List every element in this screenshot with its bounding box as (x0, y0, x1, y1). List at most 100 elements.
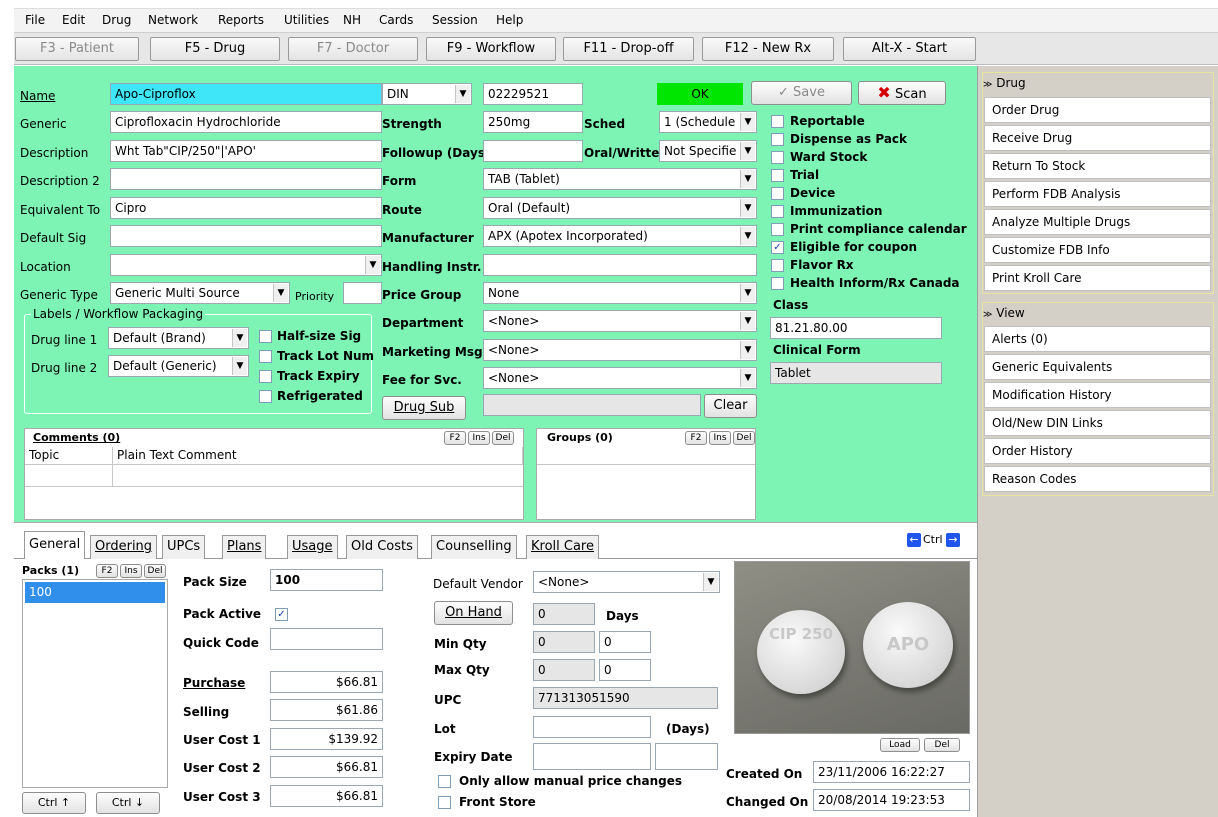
tab-ordering[interactable]: Ordering (90, 535, 158, 559)
drug-sub-button[interactable]: Drug Sub (382, 396, 466, 420)
sidebar-item-print-kroll-care[interactable]: Print Kroll Care (984, 265, 1211, 291)
sidebar-item-reason-codes[interactable]: Reason Codes (984, 466, 1211, 492)
pack-size-input[interactable]: 100 (270, 569, 383, 591)
quick-code-input[interactable] (270, 628, 383, 650)
sidebar-item-din-links[interactable]: Old/New DIN Links (984, 410, 1211, 436)
image-load-button[interactable]: Load (880, 738, 920, 752)
ctrl-up-button[interactable]: Ctrl ↑ (22, 792, 86, 814)
f12-new-rx-button[interactable]: F12 - New Rx (702, 37, 834, 61)
tab-usage[interactable]: Usage (287, 535, 338, 559)
immunization-checkbox[interactable] (771, 205, 784, 218)
tab-old-costs[interactable]: Old Costs (346, 535, 418, 559)
track-lot-checkbox[interactable] (259, 350, 272, 363)
expiry-input[interactable] (533, 743, 651, 770)
tab-kroll-care[interactable]: Kroll Care (526, 535, 599, 559)
user-cost2-input[interactable]: $66.81 (270, 756, 383, 778)
comments-del-button[interactable]: Del (492, 431, 514, 445)
max-qty-days-input[interactable]: 0 (599, 659, 651, 681)
groups-f2-button[interactable]: F2 (685, 431, 707, 445)
menu-drug[interactable]: Drug (102, 13, 131, 27)
purchase-input[interactable]: $66.81 (270, 671, 383, 693)
sidebar-item-order-history[interactable]: Order History (984, 438, 1211, 464)
manufacturer-select[interactable]: APX (Apotex Incorporated) ▼ (483, 225, 757, 247)
topic-column-header[interactable]: Topic (25, 447, 113, 465)
min-qty-days-input[interactable]: 0 (599, 631, 651, 653)
description-input[interactable]: Wht Tab"CIP/250"|'APO' (110, 140, 382, 162)
marketing-select[interactable]: <None> ▼ (483, 339, 757, 361)
tab-general[interactable]: General (24, 531, 86, 559)
ctrl-down-button[interactable]: Ctrl ↓ (96, 792, 160, 814)
din-input[interactable]: 02229521 (483, 83, 583, 105)
default-vendor-select[interactable]: <None> ▼ (533, 571, 720, 593)
generic-type-select[interactable]: Generic Multi Source ▼ (110, 282, 290, 304)
track-expiry-checkbox[interactable] (259, 370, 272, 383)
f7-doctor-button[interactable]: F7 - Doctor (288, 37, 418, 61)
followup-input[interactable] (483, 140, 583, 162)
health-inform-checkbox[interactable] (771, 277, 784, 290)
eligible-coupon-checkbox[interactable]: ✓ (771, 241, 784, 254)
menu-reports[interactable]: Reports (218, 13, 264, 27)
drug-line2-select[interactable]: Default (Generic) ▼ (108, 355, 249, 377)
sidebar-item-receive-drug[interactable]: Receive Drug (984, 125, 1211, 151)
oral-written-select[interactable]: Not Specifie ▼ (659, 140, 757, 162)
tab-plans[interactable]: Plans (222, 535, 267, 559)
drug-line1-select[interactable]: Default (Brand) ▼ (108, 327, 249, 349)
user-cost1-input[interactable]: $139.92 (270, 728, 383, 750)
manual-price-checkbox[interactable] (438, 775, 451, 788)
refrigerated-checkbox[interactable] (259, 390, 272, 403)
menu-file[interactable]: File (25, 13, 45, 27)
groups-del-button[interactable]: Del (733, 431, 755, 445)
comments-ins-button[interactable]: Ins (468, 431, 490, 445)
image-del-button[interactable]: Del (924, 738, 960, 752)
location-select[interactable]: ▼ (110, 254, 382, 276)
front-store-checkbox[interactable] (438, 796, 451, 809)
trial-checkbox[interactable] (771, 169, 784, 182)
save-button[interactable]: ✓ Save (751, 81, 852, 105)
print-compliance-checkbox[interactable] (771, 223, 784, 236)
sidebar-item-order-drug[interactable]: Order Drug (984, 97, 1211, 123)
sidebar-item-return-to-stock[interactable]: Return To Stock (984, 153, 1211, 179)
f9-workflow-button[interactable]: F9 - Workflow (426, 37, 556, 61)
comments-f2-button[interactable]: F2 (444, 431, 466, 445)
flavor-rx-checkbox[interactable] (771, 259, 784, 272)
route-select[interactable]: Oral (Default) ▼ (483, 197, 757, 219)
menu-nh[interactable]: NH (343, 13, 361, 27)
sidebar-item-alerts[interactable]: Alerts (0) (984, 326, 1211, 352)
scan-button[interactable]: ✖ Scan (858, 81, 946, 105)
expiry-days-input[interactable] (655, 743, 718, 770)
half-size-sig-checkbox[interactable] (259, 330, 272, 343)
default-sig-input[interactable] (110, 225, 382, 247)
dispense-as-pack-checkbox[interactable] (771, 133, 784, 146)
table-row[interactable] (113, 465, 523, 487)
generic-input[interactable]: Ciprofloxacin Hydrochloride (110, 111, 382, 133)
lot-input[interactable] (533, 716, 651, 738)
equivalent-input[interactable]: Cipro (110, 197, 382, 219)
ward-stock-checkbox[interactable] (771, 151, 784, 164)
comment-column-header[interactable]: Plain Text Comment (113, 447, 523, 465)
user-cost3-input[interactable]: $66.81 (270, 785, 383, 807)
menu-session[interactable]: Session (432, 13, 478, 27)
table-row[interactable] (25, 465, 113, 487)
f11-dropoff-button[interactable]: F11 - Drop-off (563, 37, 694, 61)
tab-upcs[interactable]: UPCs (162, 535, 206, 559)
packs-ins-button[interactable]: Ins (120, 564, 142, 578)
fee-select[interactable]: <None> ▼ (483, 367, 757, 389)
groups-ins-button[interactable]: Ins (709, 431, 731, 445)
menu-help[interactable]: Help (496, 13, 523, 27)
view-section-header[interactable]: ≫ View (983, 306, 1211, 326)
sidebar-item-generic-equivalents[interactable]: Generic Equivalents (984, 354, 1211, 380)
sidebar-item-fdb-analysis[interactable]: Perform FDB Analysis (984, 181, 1211, 207)
priority-input[interactable] (343, 282, 382, 304)
pack-active-checkbox[interactable]: ✓ (275, 608, 288, 621)
price-group-select[interactable]: None ▼ (483, 282, 757, 304)
next-tab-arrow-icon[interactable]: → (946, 533, 960, 547)
department-select[interactable]: <None> ▼ (483, 310, 757, 332)
alt-x-start-button[interactable]: Alt-X - Start (843, 37, 976, 61)
class-input[interactable]: 81.21.80.00 (770, 317, 942, 339)
packs-del-button[interactable]: Del (144, 564, 166, 578)
device-checkbox[interactable] (771, 187, 784, 200)
id-type-select[interactable]: DIN ▼ (382, 83, 472, 105)
drug-section-header[interactable]: ≫ Drug (983, 76, 1211, 96)
description2-input[interactable] (110, 168, 382, 190)
packs-f2-button[interactable]: F2 (96, 564, 118, 578)
